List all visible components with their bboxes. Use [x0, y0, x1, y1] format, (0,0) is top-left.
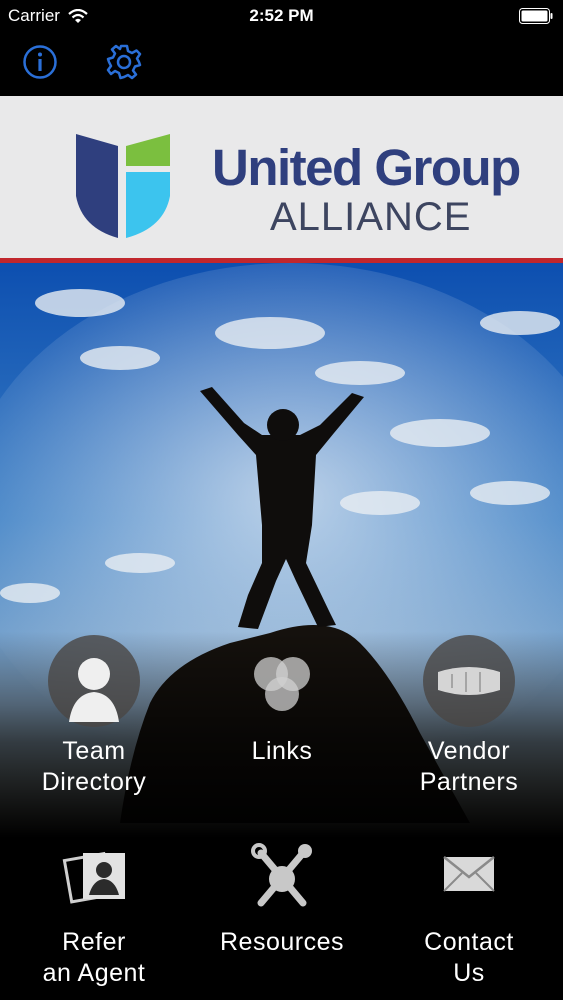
- brand-subtitle: ALLIANCE: [270, 195, 472, 239]
- menu-vendor-partners[interactable]: Vendor Partners: [375, 634, 563, 834]
- status-bar: Carrier 2:52 PM: [0, 0, 563, 32]
- tile-label-line1: Vendor: [427, 737, 511, 765]
- settings-button[interactable]: [104, 42, 144, 82]
- gear-icon: [106, 44, 142, 80]
- battery-icon: [519, 8, 553, 24]
- handshake-icon: [423, 635, 515, 727]
- menu-team-directory[interactable]: Team Directory: [0, 634, 188, 834]
- brand-title: United Group: [212, 139, 521, 196]
- tile-label-line1: Links: [251, 737, 313, 765]
- person-icon: [48, 635, 140, 727]
- menu-refer-an-agent[interactable]: Refer an Agent: [0, 835, 188, 1000]
- photo-cards-icon: [62, 851, 125, 904]
- tile-label-line2: an Agent: [42, 959, 146, 987]
- tile-label-line1: Team: [62, 737, 126, 765]
- status-time: 2:52 PM: [249, 6, 314, 25]
- links-icon: [254, 657, 310, 711]
- menu-resources[interactable]: Resources: [188, 835, 376, 1000]
- menu-links[interactable]: Links: [188, 634, 376, 834]
- info-icon: [23, 45, 57, 79]
- menu-contact-us[interactable]: Contact Us: [375, 835, 563, 1000]
- toolbar: [0, 32, 563, 96]
- tile-label-line2: Us: [453, 959, 485, 987]
- tile-label-line1: Contact: [424, 928, 514, 956]
- info-button[interactable]: [20, 42, 60, 82]
- envelope-icon: [443, 856, 495, 892]
- tools-icon: [251, 843, 312, 907]
- tile-label-line1: Resources: [220, 928, 344, 956]
- united-group-logo: [76, 134, 170, 238]
- tile-label-line2: Partners: [419, 768, 519, 796]
- tile-label-line2: Directory: [41, 768, 147, 796]
- tile-label-line1: Refer: [62, 928, 126, 956]
